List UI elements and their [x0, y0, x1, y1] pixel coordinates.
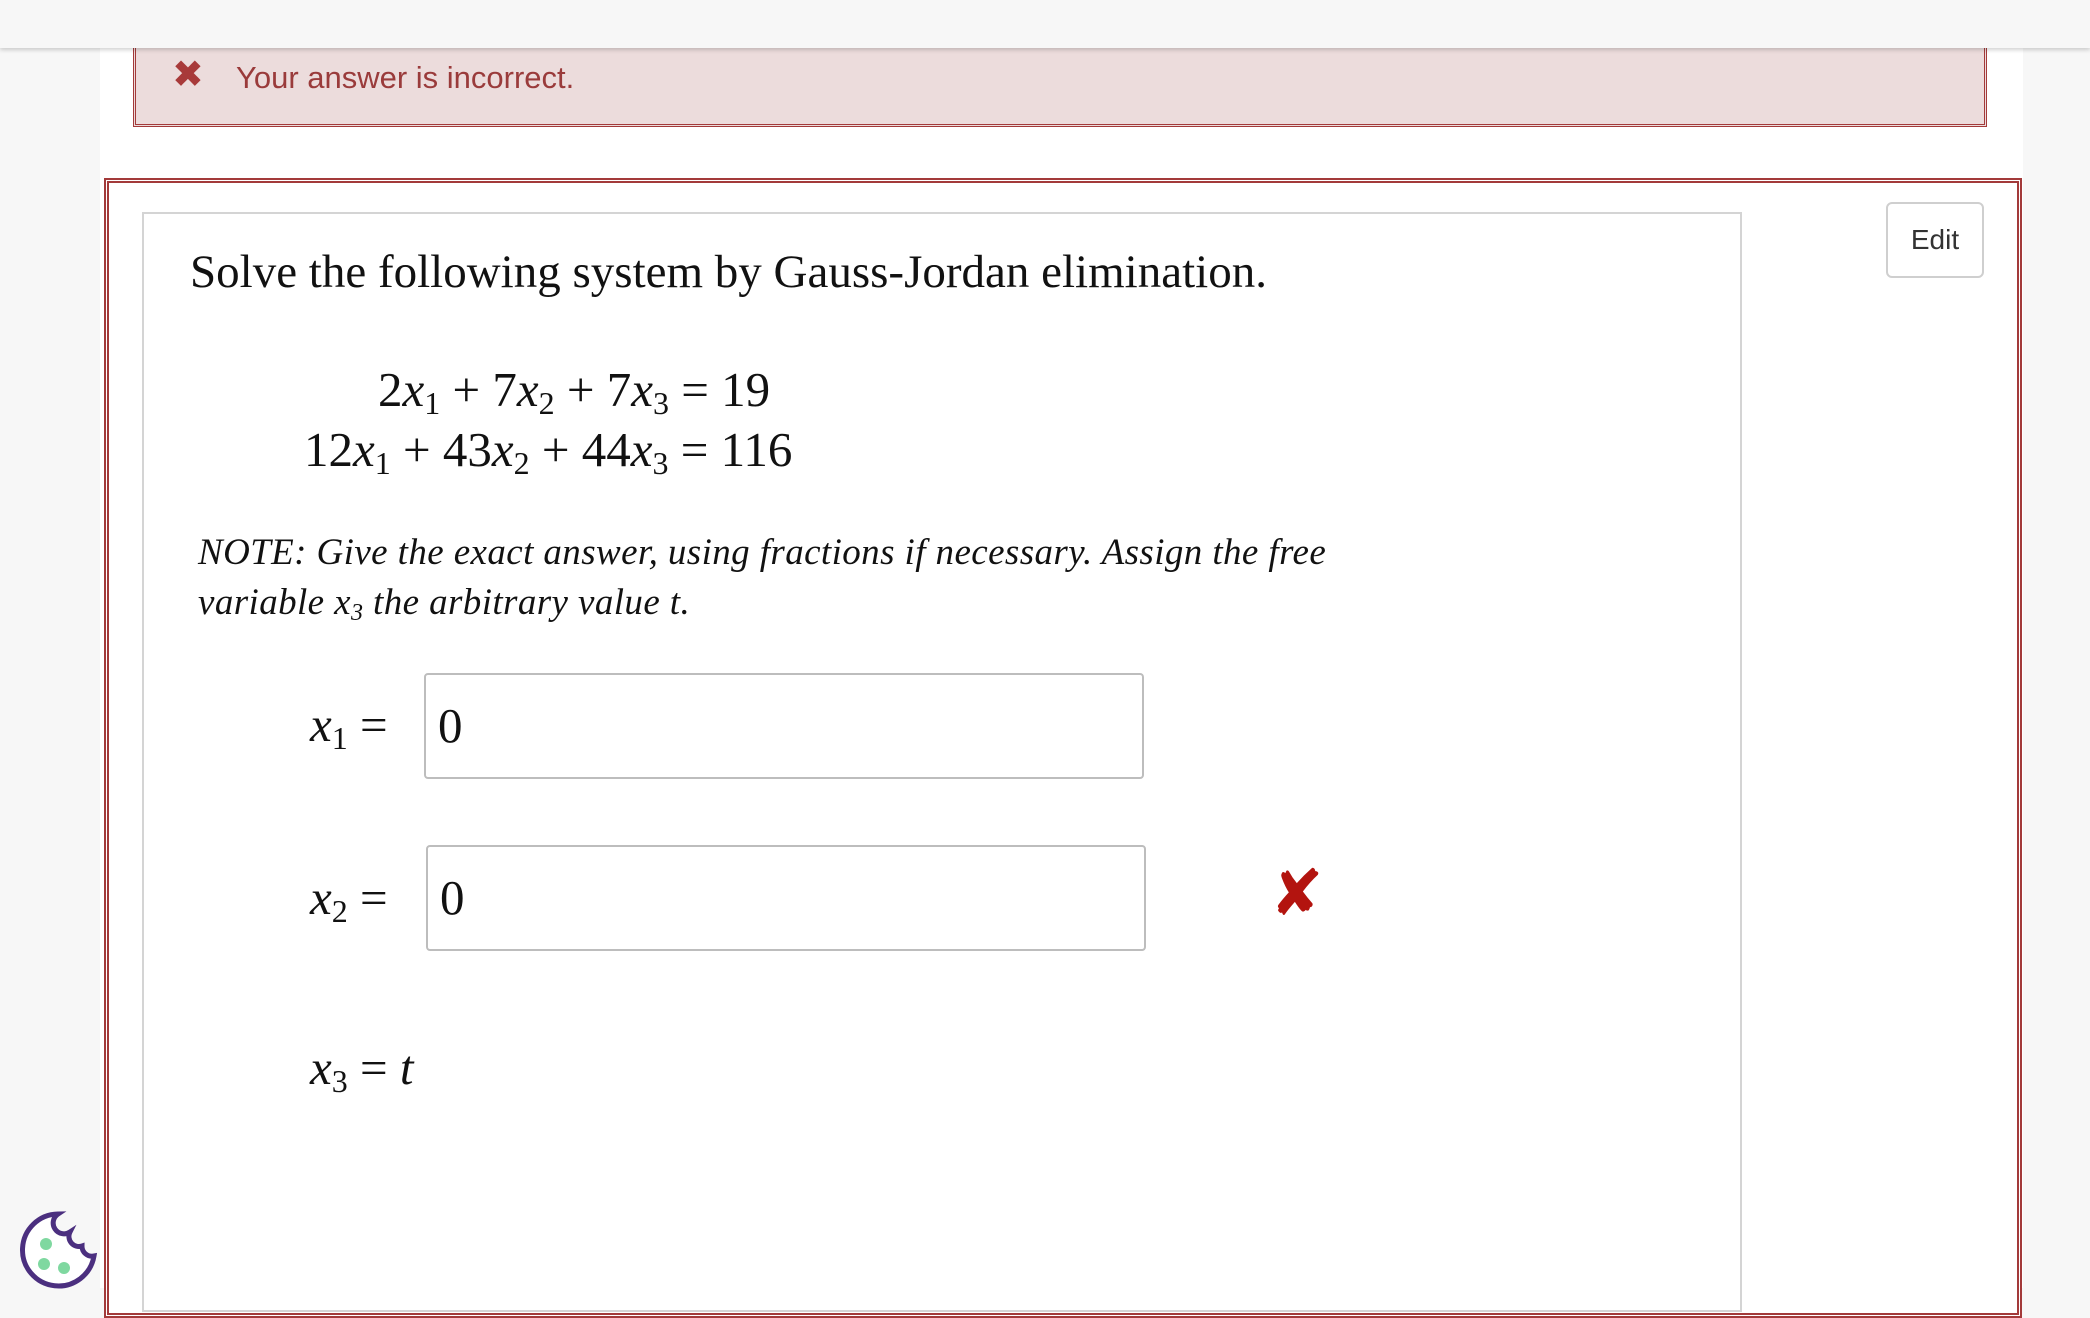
x3-value: t	[399, 1040, 414, 1095]
eq2-coef-1: 12	[304, 422, 353, 477]
feedback-message: Your answer is incorrect.	[236, 60, 575, 95]
x-icon: ✖	[172, 52, 204, 96]
edit-button[interactable]: Edit	[1886, 202, 1984, 278]
x1-label: x1 =	[310, 697, 388, 756]
eq1-coef-2: 7	[492, 362, 517, 417]
x1-input[interactable]: 0	[424, 673, 1144, 779]
note-variable-subscript: 3	[350, 600, 364, 626]
equation-2: 12x1 + 43x2 + 44x3 = 116	[304, 422, 793, 481]
question-title: Solve the following system by Gauss-Jord…	[190, 246, 1267, 298]
eq1-coef-3: 7	[606, 362, 632, 417]
incorrect-mark-icon: ✘	[1270, 857, 1324, 931]
eq1-coef-1: 2	[378, 362, 403, 417]
eq2-rhs: 116	[720, 422, 793, 477]
x1-sub: 1	[331, 720, 348, 756]
equation-1: 2x1 + 7x2 + 7x3 = 19	[378, 362, 771, 421]
note-text-2: the arbitrary value	[363, 582, 670, 623]
note-period: .	[680, 582, 691, 623]
instructions-note: NOTE: Give the exact answer, using fract…	[198, 528, 1458, 628]
x2-sub: 2	[331, 893, 348, 929]
x3-label: x3 = t	[310, 1040, 414, 1099]
eq2-coef-3: 44	[581, 422, 631, 477]
x3-sub: 3	[331, 1063, 348, 1099]
top-bar	[0, 0, 2090, 48]
x1-var: x	[310, 697, 332, 752]
x3-var: x	[310, 1040, 332, 1095]
eq2-coef-2: 43	[442, 422, 492, 477]
x1-value: 0	[438, 698, 463, 753]
cookie-settings-icon[interactable]	[16, 1208, 100, 1292]
x2-label: x2 =	[310, 870, 388, 929]
note-parameter: t	[669, 582, 681, 623]
x2-input[interactable]: 0	[426, 845, 1146, 951]
note-variable: x	[334, 582, 351, 623]
eq1-rhs: 19	[721, 362, 771, 417]
x2-value: 0	[440, 870, 465, 925]
x2-var: x	[310, 870, 332, 925]
